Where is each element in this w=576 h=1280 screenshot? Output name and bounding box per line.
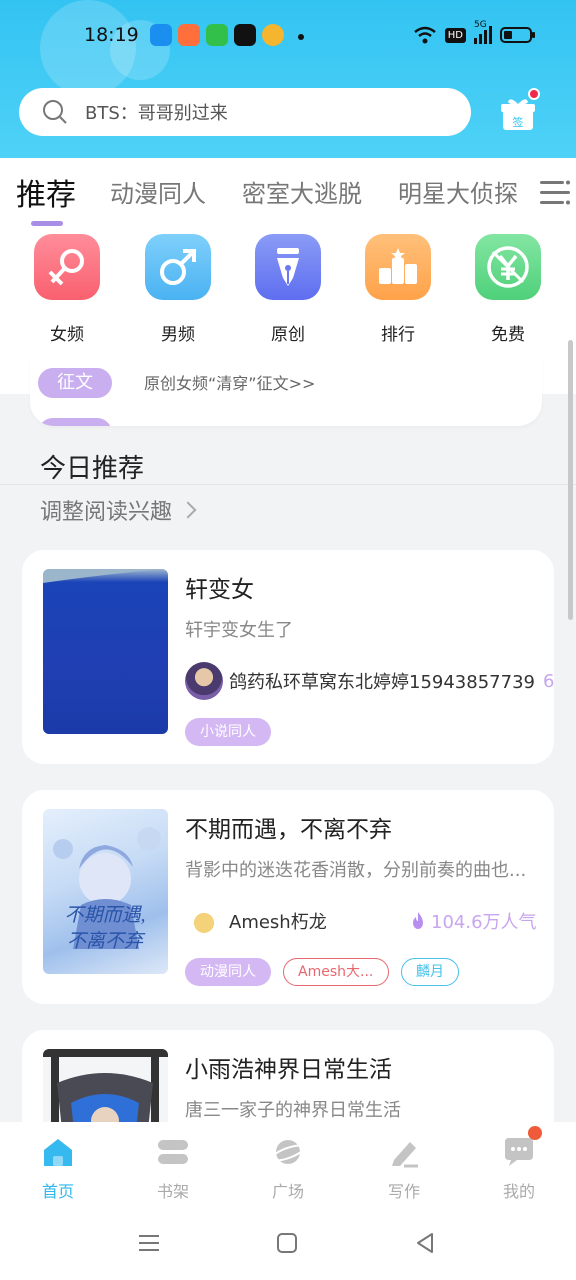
podium-icon [365,234,431,300]
svg-text:签: 签 [513,115,524,129]
book-description: 唐三一家子的神界日常生活 [185,1100,401,1121]
pencil-icon [392,1142,418,1168]
nav-bookshelf[interactable]: 书架 [133,1136,213,1202]
tag-list: 动漫同人 Amesh大... 麟月 [185,958,459,986]
notice-banner[interactable]: 征文 原创女频“清穿”征文>> [30,360,542,426]
tab-escape-room[interactable]: 密室大逃脱 [242,174,362,209]
author-name[interactable]: Amesh朽龙 [229,908,409,934]
search-placeholder: BTS：哥哥别过来 [85,103,228,124]
section-title: 今日推荐 [40,454,145,484]
category-label: 男频 [161,325,195,345]
notice-badge-next [38,418,112,426]
app-notification-icon [178,24,200,46]
svg-text:不离不弃: 不离不弃 [67,930,146,952]
book-cover[interactable]: 不期而遇, 不离不弃 [43,809,168,974]
category-male[interactable]: 男频 [144,234,212,345]
back-icon[interactable] [414,1232,436,1254]
app-notification-icon [150,24,172,46]
author-row[interactable]: 鸽药私环草窝东北婷婷15943857739 6182 [185,662,554,700]
tag[interactable]: 小说同人 [185,718,271,746]
bookshelf-icon [158,1140,188,1164]
pen-nib-icon [255,234,321,300]
category-tabs: 推荐 动漫同人 密室大逃脱 明星大侦探 [0,158,576,228]
nav-square[interactable]: 广场 [248,1136,328,1202]
yen-icon [475,234,541,300]
bottom-nav: 首页 书架 广场 写作 我的 [0,1122,576,1280]
home-button-icon[interactable] [276,1232,298,1254]
tag[interactable]: 动漫同人 [185,958,271,986]
nav-label: 我的 [502,1182,535,1201]
popularity: 104.6万人气 [431,912,537,933]
tab-star-detective[interactable]: 明星大侦探 [398,174,522,209]
header: 18:19 HD 5G BTS：哥哥别过来 签 [0,0,576,158]
category-ranking[interactable]: 排行 [364,234,432,345]
category-original[interactable]: 原创 [254,234,322,345]
more-dot-icon [298,34,304,40]
nav-write[interactable]: 写作 [364,1136,444,1202]
tiktok-icon [234,24,256,46]
author-row[interactable]: Amesh朽龙 104.6万人气 [185,902,537,940]
status-bar: 18:19 HD 5G [0,18,576,54]
nav-me[interactable]: 我的 [479,1136,559,1202]
category-free[interactable]: 免费 [474,234,542,345]
divider [0,484,576,485]
category-label: 女频 [50,325,84,345]
planet-icon [270,1140,306,1164]
book-card[interactable]: 轩变女 轩宇变女生了 鸽药私环草窝东北婷婷15943857739 6182 小说… [22,550,554,764]
male-icon [145,234,211,300]
flame-icon [413,912,423,929]
chevron-right-icon [179,501,197,519]
tab-anime-fanfic[interactable]: 动漫同人 [110,174,206,209]
book-description: 背影中的迷迭花香消散，分别前奏的曲也... [185,860,527,881]
book-title[interactable]: 轩变女 [185,570,254,604]
battery-icon [500,27,535,43]
clock: 18:19 [84,24,139,46]
scrollbar[interactable] [568,340,573,620]
notification-dot [528,88,540,100]
nav-label: 首页 [41,1182,74,1201]
book-card[interactable]: 不期而遇, 不离不弃 不期而遇，不离不弃 背影中的迷迭花香消散，分别前奏的曲也.… [22,790,554,1004]
nav-label: 写作 [387,1182,420,1201]
notice-badge: 征文 [38,368,112,398]
female-icon [34,234,100,300]
book-cover[interactable] [43,569,168,734]
category-label: 原创 [271,325,305,345]
search-bar[interactable]: BTS：哥哥别过来 [19,88,471,136]
avatar[interactable] [185,662,223,700]
search-icon [43,100,67,124]
wifi-icon [413,26,436,44]
app-notification-icon [206,24,228,46]
gift-checkin-icon[interactable]: 签 [500,96,536,132]
book-title[interactable]: 小雨浩神界日常生活 [185,1050,392,1084]
category-label: 免费 [491,325,525,345]
popularity: 6182 [542,670,554,692]
nav-label: 书架 [156,1182,189,1201]
adjust-interest-label: 调整阅读兴趣 [40,500,173,525]
active-tab-indicator [31,221,63,226]
adjust-interest-link[interactable]: 调整阅读兴趣 [40,494,197,526]
nav-label: 广场 [271,1182,304,1201]
tab-recommend[interactable]: 推荐 [16,170,76,214]
home-icon [44,1139,72,1166]
author-name[interactable]: 鸽药私环草窝东北婷婷15943857739 [229,668,535,694]
nav-home[interactable]: 首页 [18,1136,98,1202]
book-title[interactable]: 不期而遇，不离不弃 [185,810,392,844]
notification-dot [528,1126,542,1140]
notice-text[interactable]: 原创女频“清穿”征文>> [144,370,315,394]
tag-list: 小说同人 [185,718,271,746]
recent-apps-icon[interactable] [138,1232,160,1254]
hd-icon: HD [444,27,466,43]
avatar[interactable] [185,902,223,940]
signal-icon: 5G [474,20,492,44]
category-female[interactable]: 女频 [33,234,101,345]
chat-bubble-icon [505,1138,533,1166]
tab-menu-icon[interactable] [540,180,570,206]
book-description: 轩宇变女生了 [185,620,293,641]
monkey-icon [262,24,284,46]
tag[interactable]: 麟月 [401,958,459,986]
svg-text:不期而遇,: 不期而遇, [65,905,146,926]
tag[interactable]: Amesh大... [283,958,389,986]
category-label: 排行 [381,325,415,345]
